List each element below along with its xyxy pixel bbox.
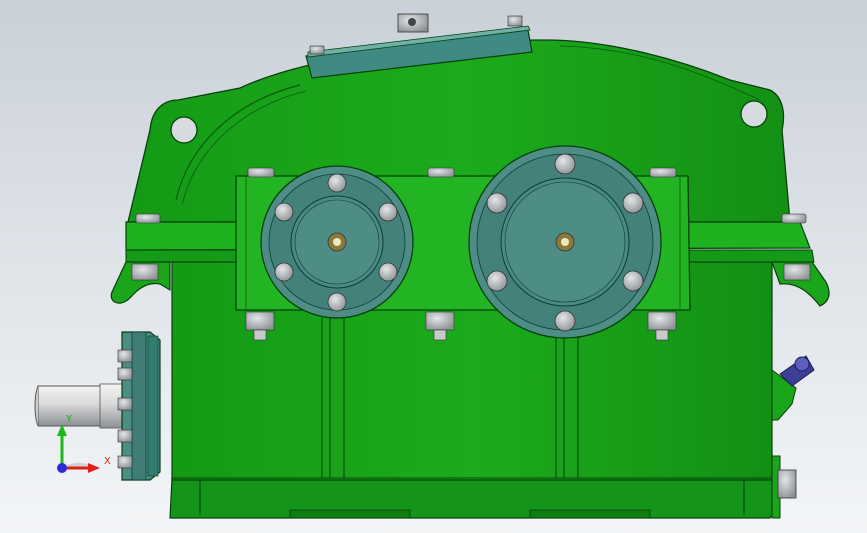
housing-base	[169, 477, 773, 519]
coordinate-triad: Y X	[48, 408, 118, 478]
oil-level-plug[interactable]	[771, 455, 797, 519]
cad-viewport[interactable]: Y X	[0, 0, 867, 533]
x-axis-label: X	[104, 456, 111, 467]
oil-drain-valve[interactable]	[771, 355, 815, 421]
gearbox-model[interactable]	[0, 0, 867, 533]
bearing-cap-input[interactable]	[260, 165, 414, 319]
y-axis-label: Y	[66, 414, 73, 425]
bearing-cap-output[interactable]	[468, 145, 662, 339]
coordinate-triad-icon	[57, 424, 100, 473]
